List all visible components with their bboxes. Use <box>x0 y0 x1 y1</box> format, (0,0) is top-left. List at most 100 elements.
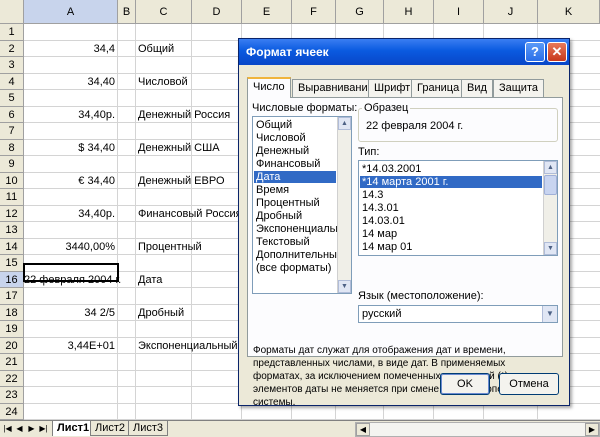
cell-a6[interactable]: 34,40р. <box>24 107 118 124</box>
scroll-up-icon[interactable]: ▲ <box>338 117 351 130</box>
row-header-22[interactable]: 22 <box>0 370 24 387</box>
column-header-i[interactable]: I <box>434 0 484 24</box>
dialog-titlebar[interactable]: Формат ячеек ? ✕ <box>239 39 569 65</box>
tab-pattern[interactable]: Вид <box>461 79 493 97</box>
tab-alignment[interactable]: Выравнивание <box>292 79 380 97</box>
format-list-item[interactable]: Экспоненциальный <box>254 223 351 235</box>
prev-sheet-icon[interactable]: ◀ <box>14 423 25 435</box>
type-list-item[interactable]: 14 мар 01 <box>360 241 542 253</box>
chevron-down-icon[interactable]: ▼ <box>542 306 557 322</box>
row-header-21[interactable]: 21 <box>0 354 24 371</box>
format-list-item[interactable]: Дробный <box>254 210 336 222</box>
type-scrollbar[interactable]: ▲ ▼ <box>543 161 557 255</box>
row-header-9[interactable]: 9 <box>0 156 24 173</box>
formats-label: Числовые форматы: <box>252 102 358 114</box>
scroll-up-icon[interactable]: ▲ <box>544 161 557 174</box>
row-header-2[interactable]: 2 <box>0 40 24 57</box>
column-header-h[interactable]: H <box>384 0 434 24</box>
scroll-down-icon[interactable]: ▼ <box>338 280 351 293</box>
format-list-item[interactable]: Денежный <box>254 145 336 157</box>
format-list-item[interactable]: (все форматы) <box>254 262 336 274</box>
type-list-item[interactable]: 14 мар <box>360 228 542 240</box>
formats-scrollbar[interactable]: ▲ ▼ <box>337 117 351 293</box>
row-header-23[interactable]: 23 <box>0 387 24 404</box>
format-list-item[interactable]: Процентный <box>254 197 336 209</box>
sample-value: 22 февраля 2004 г. <box>366 120 464 132</box>
row-header-14[interactable]: 14 <box>0 238 24 255</box>
format-list-item[interactable]: Текстовый <box>254 236 336 248</box>
format-list-item[interactable]: Общий <box>254 119 336 131</box>
row-header-1[interactable]: 1 <box>0 24 24 41</box>
last-sheet-icon[interactable]: ▶| <box>38 423 49 435</box>
type-list-item[interactable]: 14.3 <box>360 189 542 201</box>
column-header-a[interactable]: A <box>24 0 118 24</box>
format-list-item[interactable]: Числовой <box>254 132 336 144</box>
row-header-17[interactable]: 17 <box>0 288 24 305</box>
cell-a8[interactable]: $ 34,40 <box>24 140 118 157</box>
type-list-item[interactable]: *14.03.2001 <box>360 163 542 175</box>
row-header-7[interactable]: 7 <box>0 123 24 140</box>
cell-a2[interactable]: 34,4 <box>24 41 118 58</box>
column-header-e[interactable]: E <box>242 0 292 24</box>
row-header-13[interactable]: 13 <box>0 222 24 239</box>
sample-label: Образец <box>362 102 411 114</box>
row-header-15[interactable]: 15 <box>0 255 24 272</box>
help-button[interactable]: ? <box>525 42 545 62</box>
tab-number[interactable]: Число <box>247 77 291 98</box>
close-button[interactable]: ✕ <box>547 42 567 62</box>
format-list-item[interactable]: Время <box>254 184 336 196</box>
type-list-item[interactable]: 14.3.01 <box>360 202 542 214</box>
tab-border[interactable]: Граница <box>411 79 466 97</box>
sheet-tab-1[interactable]: Лист1 <box>52 421 95 436</box>
ok-button[interactable]: OK <box>440 373 490 395</box>
type-list-item[interactable]: 14.03.01 <box>360 215 542 227</box>
column-header-g[interactable]: G <box>336 0 384 24</box>
type-list-item[interactable]: *14 марта 2001 г. <box>360 176 542 188</box>
format-list-item[interactable]: Финансовый <box>254 158 336 170</box>
row-header-16[interactable]: 16 <box>0 271 24 288</box>
cancel-button[interactable]: Отмена <box>499 373 559 395</box>
scroll-down-icon[interactable]: ▼ <box>544 242 557 255</box>
sheet-tab-2[interactable]: Лист2 <box>90 421 131 436</box>
column-header-k[interactable]: K <box>538 0 600 24</box>
cell-a14[interactable]: 3440,00% <box>24 239 118 256</box>
row-header-12[interactable]: 12 <box>0 205 24 222</box>
cell-a4[interactable]: 34,40 <box>24 74 118 91</box>
horizontal-scrollbar[interactable]: ◀ ▶ <box>355 422 600 437</box>
cell-a10[interactable]: € 34,40 <box>24 173 118 190</box>
cell-a12[interactable]: 34,40р. <box>24 206 118 223</box>
scroll-right-icon[interactable]: ▶ <box>585 423 599 436</box>
tab-protection[interactable]: Защита <box>493 79 544 97</box>
first-sheet-icon[interactable]: |◀ <box>2 423 13 435</box>
next-sheet-icon[interactable]: ▶ <box>26 423 37 435</box>
formats-listbox[interactable]: Общий Числовой Денежный Финансовый Дата Время… <box>252 116 352 294</box>
column-header-d[interactable]: D <box>192 0 242 24</box>
row-header-6[interactable]: 6 <box>0 106 24 123</box>
row-header-3[interactable]: 3 <box>0 57 24 74</box>
language-select[interactable]: русский ▼ <box>358 305 558 323</box>
scroll-left-icon[interactable]: ◀ <box>356 423 370 436</box>
format-list-item[interactable]: Дата <box>254 171 336 183</box>
type-listbox[interactable]: *14.03.2001 *14 марта 2001 г. 14.3 14.3.01 1… <box>358 160 558 256</box>
row-header-5[interactable]: 5 <box>0 90 24 107</box>
row-header-20[interactable]: 20 <box>0 337 24 354</box>
number-tab-panel: Числовые форматы: Общий Числовой Денежный Ф… <box>247 97 563 408</box>
row-header-4[interactable]: 4 <box>0 73 24 90</box>
row-header-18[interactable]: 18 <box>0 304 24 321</box>
column-header-b[interactable]: B <box>118 0 136 24</box>
column-header-f[interactable]: F <box>292 0 336 24</box>
row-header-10[interactable]: 10 <box>0 172 24 189</box>
scroll-thumb[interactable] <box>544 175 557 195</box>
column-header-j[interactable]: J <box>484 0 538 24</box>
row-header-24[interactable]: 24 <box>0 403 24 420</box>
sheet-tab-3[interactable]: Лист3 <box>128 421 169 436</box>
tab-font[interactable]: Шрифт <box>368 79 417 97</box>
format-list-item[interactable]: Дополнительный <box>254 249 343 261</box>
column-header-c[interactable]: C <box>136 0 192 24</box>
cell-a20[interactable]: 3,44E+01 <box>24 338 118 355</box>
row-header-8[interactable]: 8 <box>0 139 24 156</box>
select-all-corner[interactable] <box>0 0 24 24</box>
row-header-19[interactable]: 19 <box>0 321 24 338</box>
cell-a18[interactable]: 34 2/5 <box>24 305 118 322</box>
row-header-11[interactable]: 11 <box>0 189 24 206</box>
